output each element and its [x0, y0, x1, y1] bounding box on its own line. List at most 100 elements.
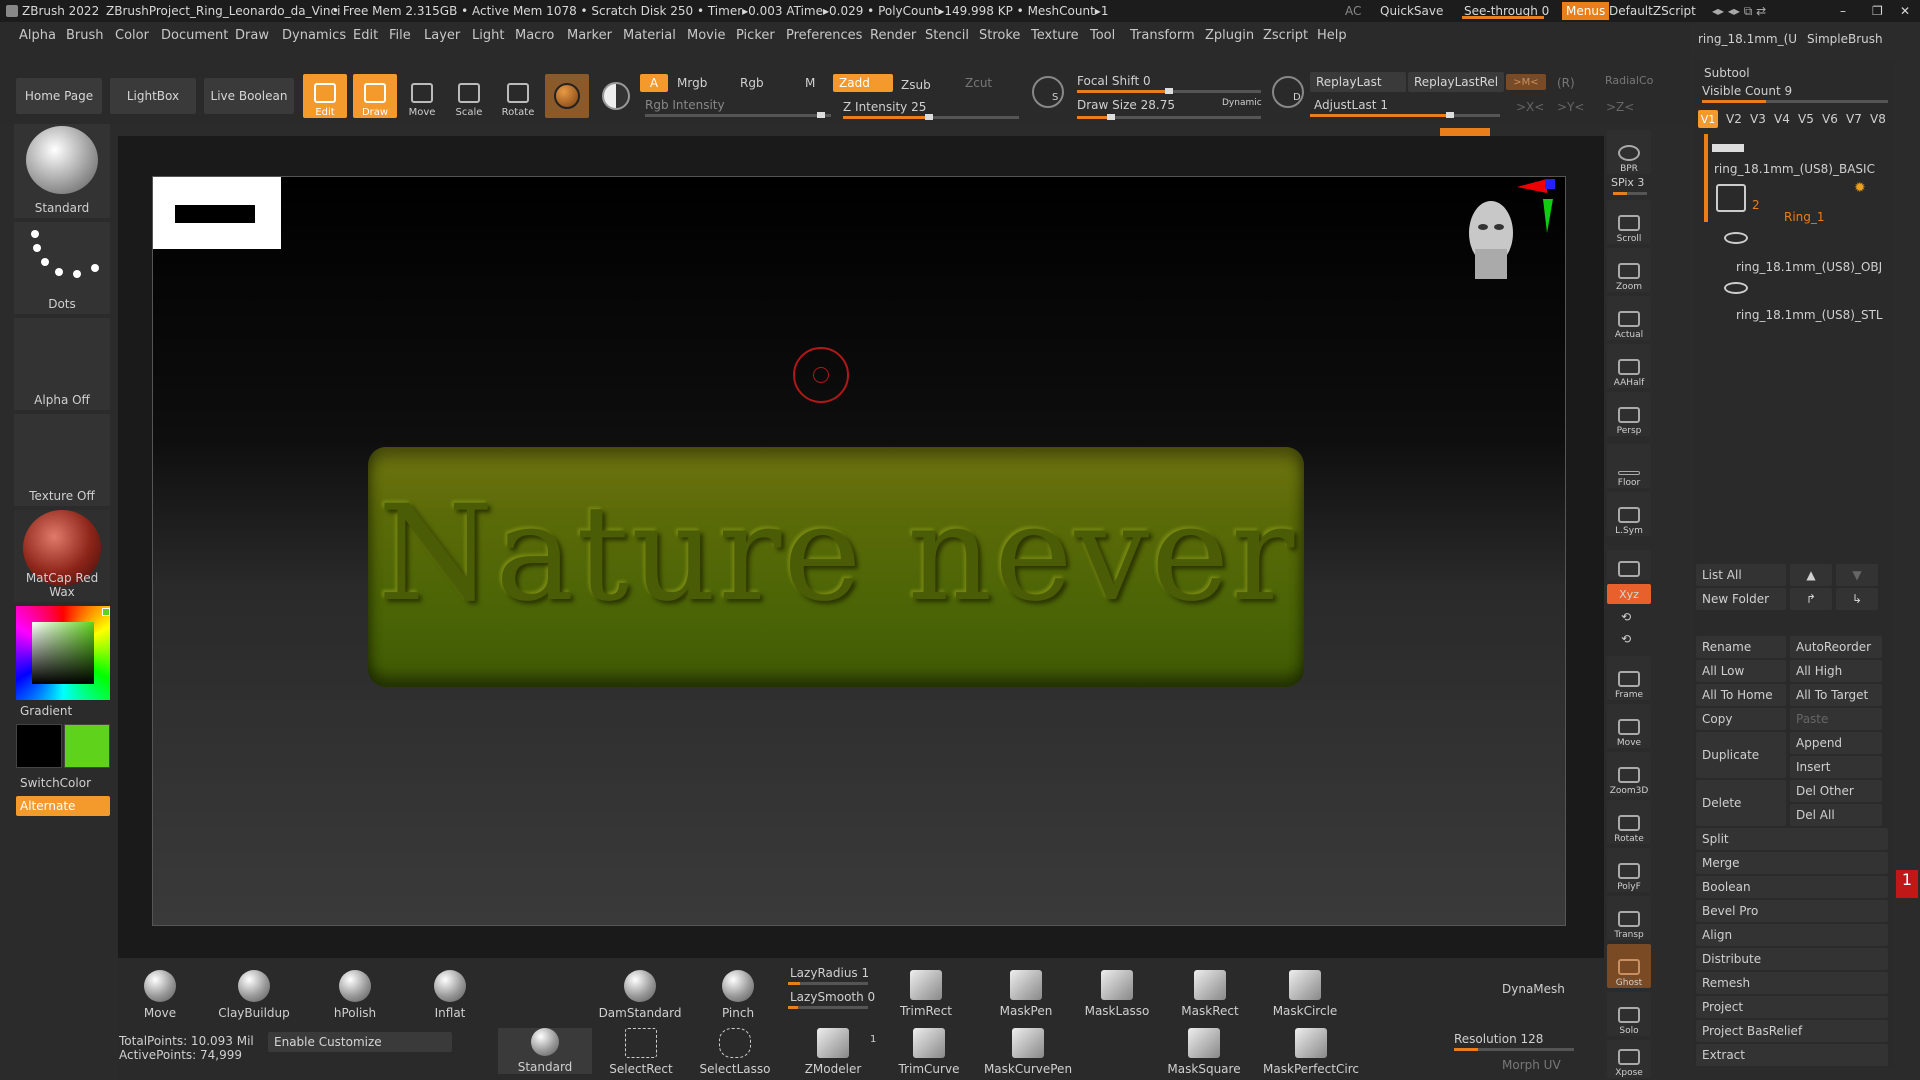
menu-layer[interactable]: Layer — [424, 28, 460, 43]
a-button[interactable]: A — [640, 74, 668, 92]
vtab-v6[interactable]: V6 — [1822, 112, 1838, 126]
z-symmetry-button[interactable]: >Z< — [1606, 100, 1634, 114]
menu-macro[interactable]: Macro — [515, 28, 554, 43]
align-section[interactable]: Align — [1696, 924, 1888, 946]
menu-alpha[interactable]: Alpha — [19, 28, 56, 43]
scroll-button[interactable]: Scroll — [1607, 200, 1651, 244]
merge-section[interactable]: Merge — [1696, 852, 1888, 874]
rotate-view-button[interactable]: Rotate — [1607, 800, 1651, 844]
alternate-button[interactable]: Alternate — [16, 796, 110, 816]
copy-button[interactable]: Copy — [1696, 708, 1786, 730]
remesh-section[interactable]: Remesh — [1696, 972, 1888, 994]
rotate-z-icon[interactable]: ⟲ — [1621, 632, 1631, 646]
aahalf-button[interactable]: AAHalf — [1607, 344, 1651, 388]
move-down-button[interactable]: ↳ — [1836, 588, 1878, 610]
boolean-section[interactable]: Boolean — [1696, 876, 1888, 898]
bottom-brush-trimcurve[interactable]: TrimCurve — [894, 1028, 964, 1076]
brush-maskrect[interactable]: MaskRect — [1178, 970, 1242, 1018]
quicksave-button[interactable]: QuickSave — [1380, 4, 1443, 18]
split-section[interactable]: Split — [1696, 828, 1888, 850]
bevel-pro-section[interactable]: Bevel Pro — [1696, 900, 1888, 922]
rotate-button[interactable]: Rotate — [496, 74, 540, 118]
menu-marker[interactable]: Marker — [567, 28, 612, 43]
subtool-title[interactable]: Subtool — [1704, 66, 1750, 80]
texture-thumbnail[interactable]: Texture Off — [14, 414, 110, 506]
distribute-section[interactable]: Distribute — [1696, 948, 1888, 970]
home-page-button[interactable]: Home Page — [16, 78, 102, 114]
list-all-button[interactable]: List All — [1696, 564, 1786, 586]
switchcolor-button[interactable]: SwitchColor — [20, 776, 91, 790]
brush-trimrect[interactable]: TrimRect — [896, 970, 956, 1018]
radial-r-button[interactable]: (R) — [1557, 76, 1575, 90]
secondary-color-swatch[interactable] — [64, 724, 110, 768]
vtab-v2[interactable]: V2 — [1726, 112, 1742, 126]
visible-count-slider[interactable]: Visible Count 9 — [1702, 84, 1792, 98]
brush-hpolish[interactable]: hPolish — [330, 970, 380, 1020]
hue-marker[interactable] — [102, 608, 110, 616]
brush-claybuildup[interactable]: ClayBuildup — [214, 970, 294, 1020]
menu-edit[interactable]: Edit — [353, 28, 378, 43]
alpha-thumbnail[interactable]: Alpha Off — [14, 318, 110, 410]
frame-button[interactable]: Frame — [1607, 656, 1651, 700]
menu-help[interactable]: Help — [1317, 28, 1347, 43]
brush-inflat[interactable]: Inflat — [430, 970, 470, 1020]
project-section[interactable]: Project — [1696, 996, 1888, 1018]
morph-uv-button[interactable]: Morph UV — [1502, 1058, 1561, 1072]
menu-render[interactable]: Render — [870, 28, 916, 43]
rotate-y-icon[interactable]: ⟲ — [1621, 610, 1631, 624]
lightbox-sphere-icon[interactable] — [1032, 76, 1064, 108]
menu-stroke[interactable]: Stroke — [979, 28, 1020, 43]
stroke-thumbnail[interactable]: Dots — [14, 222, 110, 314]
xyz-button[interactable]: Xyz — [1607, 584, 1651, 604]
persp-button[interactable]: Persp — [1607, 392, 1651, 436]
move-view-button[interactable]: Move — [1607, 704, 1651, 748]
material-swatch-button[interactable] — [545, 74, 589, 118]
gradient-toggle[interactable]: Gradient — [20, 704, 72, 718]
layout-icons[interactable]: ◂▸ ◂▸ ⧉ ⇄ — [1712, 4, 1766, 19]
x-symmetry-button[interactable]: >X< — [1516, 100, 1544, 114]
ghost-button[interactable]: Ghost — [1607, 944, 1651, 988]
brush-maskcircle[interactable]: MaskCircle — [1270, 970, 1340, 1018]
menu-file[interactable]: File — [389, 28, 411, 43]
subtool-item-stl[interactable]: ring_18.1mm_(US8)_STL — [1736, 308, 1883, 322]
menu-tool[interactable]: Tool — [1090, 28, 1115, 43]
vtab-v8[interactable]: V8 — [1870, 112, 1886, 126]
move-up-button[interactable]: ↱ — [1790, 588, 1832, 610]
menu-draw[interactable]: Draw — [235, 28, 269, 43]
dynamesh-button[interactable]: DynaMesh — [1502, 982, 1565, 996]
subtool-item-basic[interactable]: ring_18.1mm_(US8)_BASIC — [1714, 162, 1875, 176]
all-low-button[interactable]: All Low — [1696, 660, 1786, 682]
bottom-brush-selectrect[interactable]: SelectRect — [606, 1028, 676, 1076]
z-intensity-slider[interactable]: Z Intensity 25 — [843, 100, 926, 114]
bottom-brush-maskperfectcirc[interactable]: MaskPerfectCirc — [1256, 1028, 1366, 1076]
zsub-button[interactable]: Zsub — [901, 78, 931, 92]
menus-button[interactable]: Menus — [1562, 2, 1610, 20]
menu-document[interactable]: Document — [161, 28, 228, 43]
new-folder-button[interactable]: New Folder — [1696, 588, 1786, 610]
menu-movie[interactable]: Movie — [687, 28, 725, 43]
zadd-button[interactable]: Zadd — [833, 74, 893, 92]
resolution-slider[interactable]: Resolution 128 — [1454, 1032, 1543, 1046]
bottom-brush-standard[interactable]: Standard — [498, 1028, 592, 1074]
paste-button[interactable]: Paste — [1790, 708, 1882, 730]
draw-button[interactable]: Draw — [353, 74, 397, 118]
lsym-button[interactable]: L.Sym — [1607, 492, 1651, 536]
xpose-button[interactable]: Xpose — [1607, 1040, 1651, 1078]
bpr-button[interactable]: BPR — [1607, 130, 1651, 174]
arrow-up-button[interactable]: ▲ — [1790, 564, 1832, 586]
rgb-intensity-slider[interactable]: Rgb Intensity — [645, 98, 725, 112]
replay-last-rel-button[interactable]: ReplayLastRel — [1408, 72, 1504, 92]
close-icon[interactable]: ✕ — [1900, 4, 1910, 18]
document-canvas[interactable]: Nature never br — [152, 176, 1566, 926]
polyf-button[interactable]: PolyF — [1607, 848, 1651, 892]
axis-gizmo-icon[interactable] — [1509, 177, 1557, 237]
zoom3d-button[interactable]: Zoom3D — [1607, 752, 1651, 796]
autoreorder-button[interactable]: AutoReorder — [1790, 636, 1882, 658]
brush-thumbnail[interactable]: Standard — [14, 124, 110, 218]
folder-icon[interactable] — [1716, 184, 1746, 212]
mirror-m-button[interactable]: >M< — [1506, 74, 1546, 90]
lazysmooth-slider[interactable]: LazySmooth 0 — [790, 990, 875, 1004]
subtool-item-obj[interactable]: ring_18.1mm_(US8)_OBJ — [1736, 260, 1882, 274]
material-thumbnail[interactable]: MatCap Red Wax — [14, 510, 110, 602]
edit-button[interactable]: Edit — [303, 74, 347, 118]
